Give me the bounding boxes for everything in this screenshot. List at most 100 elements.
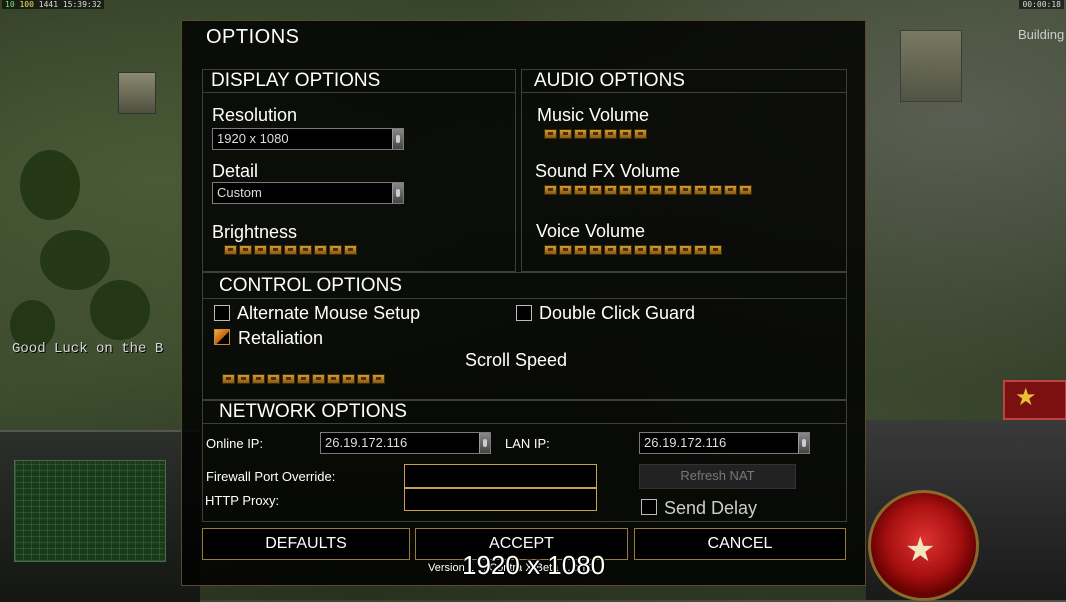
scroll-speed-label: Scroll Speed <box>465 350 568 370</box>
slider-segment <box>282 374 295 384</box>
online-ip-value: 26.19.172.116 <box>325 435 408 450</box>
resolution-dropdown[interactable]: 1920 x 1080 <box>212 128 404 150</box>
resolution-overlay: 1920 x 1080 <box>462 550 606 580</box>
slider-segment <box>329 245 342 255</box>
slider-segment <box>224 245 237 255</box>
slider-segment <box>679 245 692 255</box>
sound-fx-volume-slider[interactable] <box>544 185 752 195</box>
slider-segment <box>267 374 280 384</box>
chat-message: Good Luck on the B <box>12 341 164 357</box>
send-delay-label[interactable]: Send Delay <box>664 498 757 519</box>
control-options-heading: CONTROL OPTIONS <box>203 273 846 299</box>
slider-segment <box>664 245 677 255</box>
slider-segment <box>619 245 632 255</box>
emblem-star-icon: ★ <box>905 531 936 569</box>
background-building <box>900 30 962 102</box>
slider-segment <box>649 245 662 255</box>
slider-segment <box>222 374 235 384</box>
tree <box>90 280 150 340</box>
voice-volume-slider[interactable] <box>544 245 722 255</box>
slider-segment <box>619 185 632 195</box>
alternate-mouse-checkbox[interactable] <box>214 305 230 321</box>
slider-segment <box>269 245 282 255</box>
sound-fx-volume-label: Sound FX Volume <box>535 161 681 181</box>
slider-segment <box>342 374 355 384</box>
fps-value-3: 1441 <box>38 0 59 9</box>
detail-value: Custom <box>217 185 262 200</box>
slider-segment <box>634 129 647 139</box>
fps-value-1: 10 <box>5 0 15 9</box>
slider-segment <box>299 245 312 255</box>
audio-options-heading: AUDIO OPTIONS <box>522 70 846 93</box>
network-options-heading: NETWORK OPTIONS <box>203 401 846 424</box>
slider-segment <box>357 374 370 384</box>
slider-segment <box>237 374 250 384</box>
slider-segment <box>574 245 587 255</box>
alternate-mouse-label[interactable]: Alternate Mouse Setup <box>237 303 420 324</box>
http-proxy-input[interactable] <box>404 488 597 511</box>
firewall-port-label: Firewall Port Override: <box>206 469 336 484</box>
slider-segment <box>254 245 267 255</box>
slider-segment <box>709 245 722 255</box>
slider-segment <box>619 129 632 139</box>
dropdown-arrow-icon[interactable] <box>392 129 403 149</box>
slider-segment <box>694 185 707 195</box>
voice-volume-label: Voice Volume <box>536 221 646 241</box>
slider-segment <box>664 185 677 195</box>
slider-segment <box>252 374 265 384</box>
dropdown-arrow-icon[interactable] <box>479 433 490 453</box>
slider-segment <box>694 245 707 255</box>
lan-ip-dropdown[interactable]: 26.19.172.116 <box>639 432 810 454</box>
slider-segment <box>604 129 617 139</box>
slider-segment <box>679 185 692 195</box>
slider-segment <box>544 245 557 255</box>
music-volume-slider[interactable] <box>544 129 647 139</box>
dropdown-arrow-icon[interactable] <box>798 433 809 453</box>
slider-segment <box>634 245 647 255</box>
scroll-speed-slider[interactable] <box>222 374 385 384</box>
retaliation-checkbox[interactable] <box>214 329 230 345</box>
slider-segment <box>544 185 557 195</box>
online-ip-label: Online IP: <box>206 436 264 451</box>
online-ip-dropdown[interactable]: 26.19.172.116 <box>320 432 491 454</box>
tree <box>40 230 110 290</box>
building-label: Building <box>1018 27 1065 42</box>
lan-ip-value: 26.19.172.116 <box>644 435 727 450</box>
retaliation-label[interactable]: Retaliation <box>238 328 323 349</box>
slider-segment <box>372 374 385 384</box>
slider-segment <box>604 245 617 255</box>
double-click-guard-label[interactable]: Double Click Guard <box>539 303 695 324</box>
minimap[interactable] <box>14 460 166 562</box>
detail-dropdown[interactable]: Custom <box>212 182 404 204</box>
brightness-label: Brightness <box>212 222 298 242</box>
slider-segment <box>344 245 357 255</box>
resolution-label: Resolution <box>212 105 298 125</box>
slider-segment <box>589 129 602 139</box>
slider-segment <box>314 245 327 255</box>
firewall-port-input[interactable] <box>404 464 597 488</box>
tree <box>20 150 80 220</box>
defaults-button[interactable]: DEFAULTS <box>202 528 410 560</box>
display-options-heading: DISPLAY OPTIONS <box>203 70 515 93</box>
slider-segment <box>559 245 572 255</box>
double-click-guard-checkbox[interactable] <box>516 305 532 321</box>
slider-segment <box>297 374 310 384</box>
dropdown-arrow-icon[interactable] <box>392 183 403 203</box>
clock: 15:39:32 <box>62 0 102 9</box>
slider-segment <box>634 185 647 195</box>
cancel-button[interactable]: CANCEL <box>634 528 846 560</box>
resolution-value: 1920 x 1080 <box>217 131 289 146</box>
slider-segment <box>604 185 617 195</box>
send-delay-checkbox[interactable] <box>641 499 657 515</box>
brightness-slider[interactable] <box>224 245 357 255</box>
slider-segment <box>559 185 572 195</box>
slider-segment <box>574 185 587 195</box>
slider-segment <box>709 185 722 195</box>
turret-building <box>118 72 156 114</box>
detail-label: Detail <box>212 161 259 181</box>
slider-segment <box>559 129 572 139</box>
slider-segment <box>574 129 587 139</box>
slider-segment <box>239 245 252 255</box>
slider-segment <box>544 129 557 139</box>
refresh-nat-button[interactable]: Refresh NAT <box>639 464 796 489</box>
